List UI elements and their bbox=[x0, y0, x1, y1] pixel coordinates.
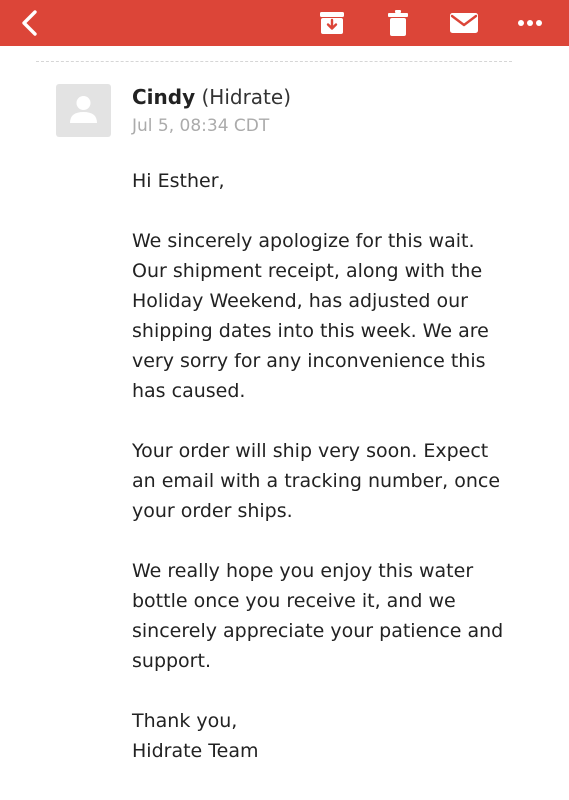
sender-organization: (Hidrate) bbox=[201, 85, 292, 109]
person-silhouette-icon bbox=[70, 96, 97, 123]
top-toolbar bbox=[0, 0, 569, 46]
archive-button[interactable] bbox=[312, 0, 352, 46]
body-paragraph-3: We really hope you enjoy this water bott… bbox=[132, 560, 504, 672]
mark-unread-button[interactable] bbox=[442, 0, 486, 46]
chevron-left-icon bbox=[22, 10, 37, 36]
archive-icon bbox=[320, 12, 344, 34]
delete-button[interactable] bbox=[378, 0, 418, 46]
more-options-button[interactable] bbox=[510, 0, 550, 46]
sent-timestamp: Jul 5, 08:34 CDT bbox=[132, 116, 270, 136]
header-divider bbox=[36, 61, 512, 62]
sender-avatar bbox=[56, 84, 111, 137]
sender-name: Cindy bbox=[132, 85, 196, 109]
more-dots-icon bbox=[518, 20, 542, 26]
email-body: Hi Esther, We sincerely apologize for th… bbox=[132, 166, 552, 766]
body-paragraph-2: Your order will ship very soon. Expect a… bbox=[132, 440, 501, 522]
back-button[interactable] bbox=[8, 0, 52, 46]
signature: Thank you, Hidrate Team bbox=[132, 710, 259, 762]
envelope-icon bbox=[450, 13, 478, 33]
sender-line: Cindy (Hidrate) bbox=[132, 84, 291, 110]
body-paragraph-1: We sincerely apologize for this wait. Ou… bbox=[132, 230, 489, 402]
trash-icon bbox=[388, 10, 408, 36]
greeting: Hi Esther, bbox=[132, 170, 225, 192]
